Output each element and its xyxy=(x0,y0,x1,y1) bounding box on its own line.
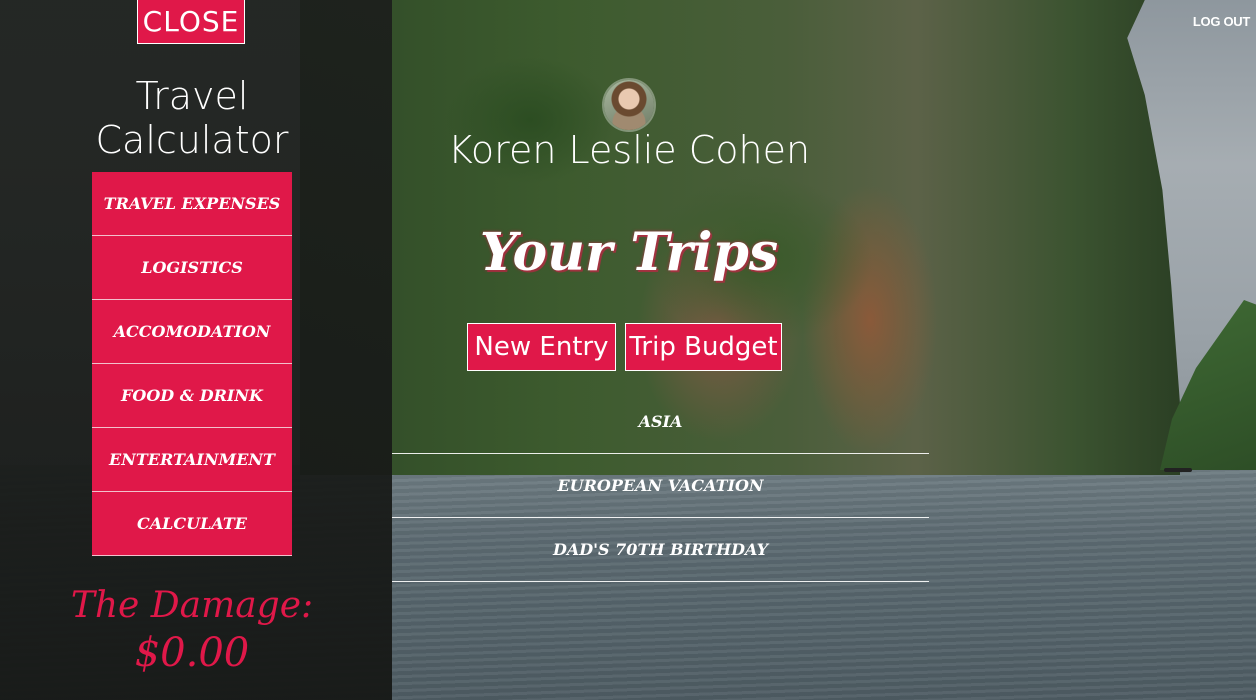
close-button[interactable]: CLOSE xyxy=(137,0,245,44)
trip-item-european-vacation[interactable]: EUROPEAN VACATION xyxy=(392,454,929,518)
boat xyxy=(1164,468,1192,472)
sidebar: CLOSE Travel Calculator TRAVEL EXPENSES … xyxy=(0,0,392,700)
nav-item-logistics[interactable]: LOGISTICS xyxy=(92,236,292,300)
avatar xyxy=(604,80,654,130)
nav-item-accomodation[interactable]: ACCOMODATION xyxy=(92,300,292,364)
app-title-text: Travel Calculator xyxy=(95,74,289,162)
trip-item-dads-70th-birthday[interactable]: DAD'S 70TH BIRTHDAY xyxy=(392,518,929,582)
trips-heading: Your Trips xyxy=(479,222,779,283)
nav-item-food-drink[interactable]: FOOD & DRINK xyxy=(92,364,292,428)
trip-budget-button[interactable]: Trip Budget xyxy=(625,323,782,371)
nav-item-travel-expenses[interactable]: TRAVEL EXPENSES xyxy=(92,172,292,236)
nav-item-calculate[interactable]: CALCULATE xyxy=(92,492,292,556)
user-name: Koren Leslie Cohen xyxy=(447,128,811,172)
damage-value: $0.00 xyxy=(134,630,250,676)
logout-link[interactable]: LOG OUT xyxy=(1193,14,1250,29)
sidebar-nav: TRAVEL EXPENSES LOGISTICS ACCOMODATION F… xyxy=(92,172,292,556)
app-title: Travel Calculator xyxy=(0,74,384,162)
damage-label: The Damage: xyxy=(70,585,314,626)
trip-list: ASIA EUROPEAN VACATION DAD'S 70TH BIRTHD… xyxy=(392,390,929,582)
nav-item-entertainment[interactable]: ENTERTAINMENT xyxy=(92,428,292,492)
new-entry-button[interactable]: New Entry xyxy=(467,323,616,371)
trip-item-asia[interactable]: ASIA xyxy=(392,390,929,454)
